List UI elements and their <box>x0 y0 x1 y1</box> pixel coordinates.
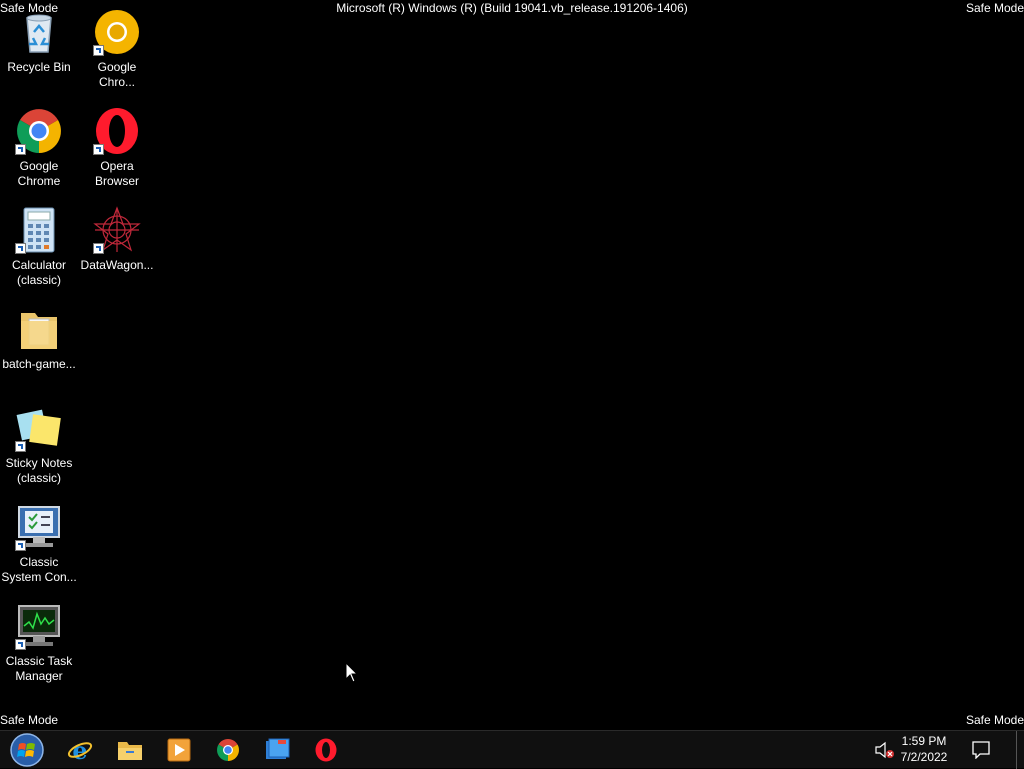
desktop-icon-label: batch-game... <box>2 357 76 371</box>
desktop-icon-label: Sticky Notes (classic) <box>5 456 73 485</box>
desktop-icon-sticky-notes[interactable]: Sticky Notes (classic) <box>0 404 78 486</box>
shortcut-arrow-icon <box>15 441 26 452</box>
file-explorer-icon <box>118 742 142 760</box>
desktop-icon-label: Recycle Bin <box>7 60 71 74</box>
safe-mode-label-bottom-right: Safe Mode <box>965 713 1024 727</box>
clock-date: 7/2/2022 <box>900 750 948 764</box>
shortcut-arrow-icon <box>15 243 26 254</box>
opera-icon <box>93 107 141 155</box>
taskbar-internet-explorer[interactable]: e <box>60 734 100 766</box>
mouse-cursor-icon <box>345 661 359 689</box>
desktop-icon-classic-system-config[interactable]: Classic System Con... <box>0 503 78 585</box>
show-desktop-button[interactable] <box>1016 731 1024 769</box>
shortcut-arrow-icon <box>15 639 26 650</box>
desktop-icon-label: Classic Task Manager <box>5 654 73 683</box>
system-config-icon <box>15 503 63 551</box>
chrome-canary-icon <box>93 8 141 56</box>
desktop-icon-label: Classic System Con... <box>1 555 77 584</box>
task-manager-icon <box>15 602 63 650</box>
svg-text:e: e <box>72 737 87 763</box>
windows-orb-icon <box>10 733 44 767</box>
taskbar-media-player[interactable] <box>159 734 199 766</box>
internet-explorer-icon: e <box>67 737 93 763</box>
desktop-icon-google-chrome[interactable]: Google Chrome <box>0 107 78 189</box>
desktop-icon-google-chro[interactable]: Google Chro... <box>78 8 156 90</box>
action-center-button[interactable] <box>966 731 996 769</box>
opera-icon <box>315 738 337 762</box>
volume-tray-button[interactable] <box>870 731 898 769</box>
media-player-icon <box>167 738 191 762</box>
datawagon-icon <box>93 206 141 254</box>
taskbar-opera[interactable] <box>306 734 346 766</box>
desktop-icon-opera-browser[interactable]: Opera Browser <box>78 107 156 189</box>
taskbar-chrome[interactable] <box>208 734 248 766</box>
clock-time: 1:59 PM <box>901 734 947 748</box>
taskbar-clock[interactable]: 1:59 PM 7/2/2022 <box>896 733 952 765</box>
recycle-bin-icon <box>15 8 63 56</box>
volume-muted-icon <box>875 741 894 759</box>
start-button[interactable] <box>6 731 48 769</box>
desktop-icon-calculator[interactable]: Calculator (classic) <box>0 206 78 288</box>
desktop-icon-label: DataWagon... <box>80 258 154 272</box>
calculator-icon <box>15 206 63 254</box>
notification-icon <box>972 741 990 759</box>
shortcut-arrow-icon <box>15 144 26 155</box>
desktop-icon-datawagon[interactable]: DataWagon... <box>78 206 156 273</box>
desktop[interactable]: Safe Mode Microsoft (R) Windows (R) (Bui… <box>0 0 1024 730</box>
taskbar: e 1:59 PM 7/2/2022 <box>0 730 1024 769</box>
desktop-icon-recycle-bin[interactable]: Recycle Bin <box>0 8 78 75</box>
desktop-icon-batch-game[interactable]: batch-game... <box>0 305 78 372</box>
folder-icon <box>15 305 63 353</box>
shortcut-arrow-icon <box>93 45 104 56</box>
desktop-icon-classic-task-manager[interactable]: Classic Task Manager <box>0 602 78 684</box>
chrome-icon <box>15 107 63 155</box>
sticky-notes-icon <box>15 404 63 452</box>
taskbar-windows-explorer[interactable] <box>257 734 297 766</box>
taskbar-file-explorer[interactable] <box>110 734 150 766</box>
safe-mode-label-top-right: Safe Mode <box>965 1 1024 15</box>
windows-explorer-folder-icon <box>266 738 290 759</box>
chrome-icon <box>217 739 239 761</box>
desktop-icon-label: Google Chrome <box>17 159 61 188</box>
shortcut-arrow-icon <box>93 144 104 155</box>
desktop-icon-label: Google Chro... <box>97 60 137 89</box>
desktop-icon-label: Calculator (classic) <box>11 258 67 287</box>
desktop-icon-label: Opera Browser <box>94 159 139 188</box>
safe-mode-label-bottom-left: Safe Mode <box>0 713 59 727</box>
shortcut-arrow-icon <box>15 540 26 551</box>
shortcut-arrow-icon <box>93 243 104 254</box>
